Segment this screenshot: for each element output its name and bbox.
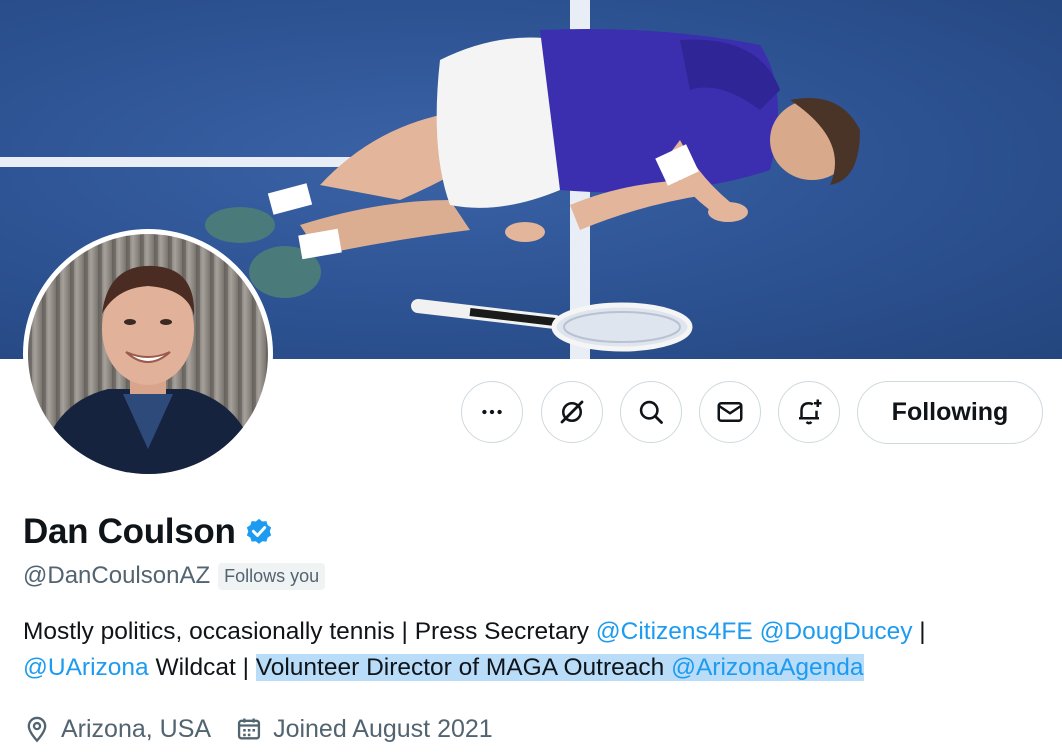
- profile-bio: Mostly politics, occasionally tennis | P…: [23, 614, 1043, 686]
- user-handle: @DanCoulsonAZ: [23, 562, 211, 589]
- search-button[interactable]: [620, 381, 682, 443]
- location-pin-icon: [27, 716, 47, 743]
- location-text: Arizona, USA: [61, 714, 212, 743]
- verified-badge-icon[interactable]: [244, 517, 274, 547]
- joined-item: Joined August 2021: [235, 715, 493, 744]
- grok-button[interactable]: [541, 381, 603, 443]
- selected-text: Volunteer Director of MAGA Outreach @Ari…: [255, 654, 864, 681]
- calendar-icon: [237, 718, 261, 740]
- profile-avatar[interactable]: [23, 229, 273, 479]
- search-icon: [639, 400, 663, 424]
- bio-text: Wildcat |: [148, 654, 256, 681]
- avatar-image: [28, 234, 268, 474]
- bio-text: |: [912, 618, 926, 645]
- tennis-racket: [411, 299, 693, 352]
- profile-meta: Arizona, USA Joined August 2021: [23, 710, 517, 748]
- bio-text: Mostly politics, occasionally tennis | P…: [23, 618, 596, 645]
- following-button[interactable]: Following: [857, 381, 1043, 444]
- message-icon: [717, 402, 743, 422]
- bell-plus-icon: [799, 399, 822, 425]
- display-name: Dan Coulson: [23, 512, 236, 551]
- message-button[interactable]: [699, 381, 761, 443]
- follows-you-badge: Follows you: [218, 562, 326, 590]
- more-button[interactable]: [461, 381, 523, 443]
- bio-text: [753, 618, 760, 645]
- grok-icon: [560, 400, 584, 424]
- more-icon: [482, 409, 502, 415]
- mention-link[interactable]: @UArizona: [23, 654, 149, 681]
- location-item: Arizona, USA: [23, 715, 211, 744]
- joined-text: Joined August 2021: [273, 714, 493, 743]
- handle-row: @DanCoulsonAZ Follows you: [23, 560, 326, 592]
- mention-link[interactable]: @ArizonaAgenda: [671, 654, 863, 681]
- name-row: Dan Coulson: [23, 510, 274, 554]
- mention-link[interactable]: @DougDucey: [760, 618, 913, 645]
- notifications-button[interactable]: [778, 381, 840, 443]
- bio-text: Volunteer Director of MAGA Outreach: [255, 654, 672, 681]
- mention-link[interactable]: @Citizens4FE: [596, 618, 753, 645]
